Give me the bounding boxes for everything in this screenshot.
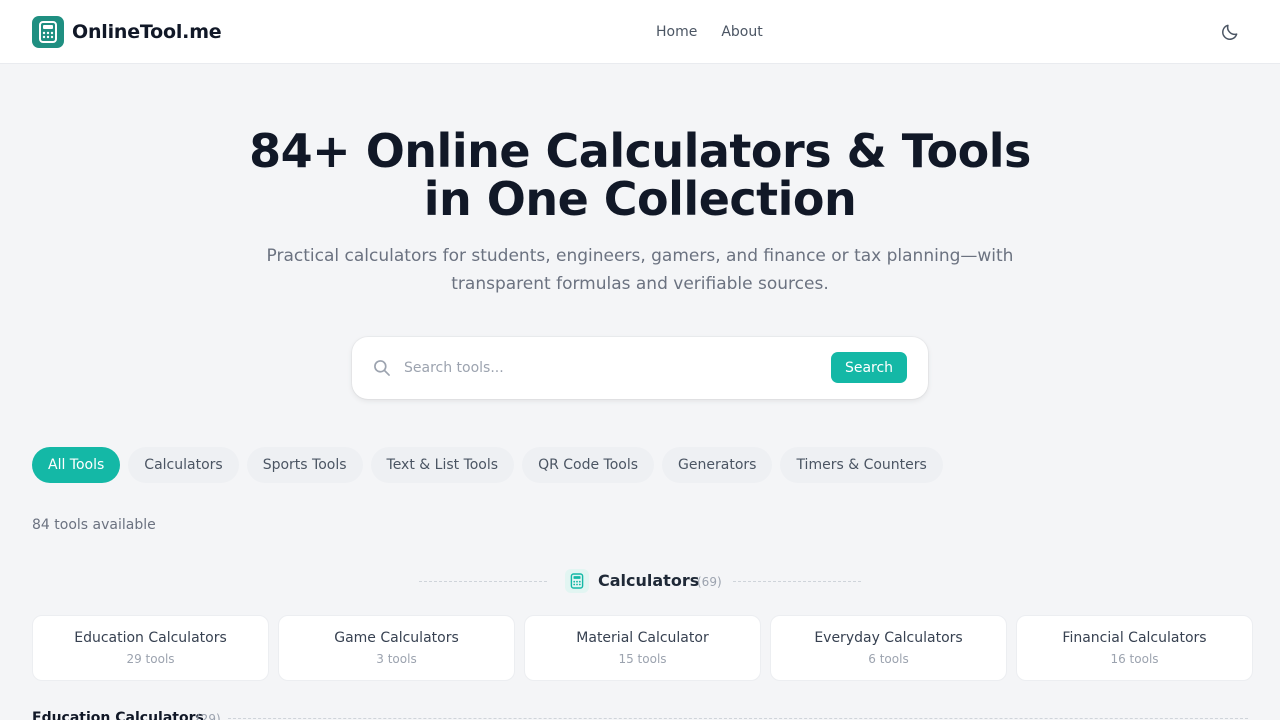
theme-toggle-button[interactable]	[1219, 21, 1241, 43]
moon-icon	[1222, 24, 1238, 40]
tab-sports-tools[interactable]: Sports Tools	[246, 447, 363, 483]
page-title-line-1: 84+ Online Calculators & Tools	[249, 124, 1031, 178]
page-subtitle-line-1: Practical calculators for students, engi…	[266, 246, 1014, 266]
page-subtitle: Practical calculators for students, engi…	[260, 242, 1020, 298]
card-count: 16 tools	[1110, 652, 1159, 666]
card-everyday-calculators[interactable]: Everyday Calculators 6 tools	[770, 615, 1007, 681]
card-material-calculator[interactable]: Material Calculator 15 tools	[524, 615, 761, 681]
card-title: Education Calculators	[74, 630, 227, 646]
section-divider-left	[419, 581, 547, 582]
page-subtitle-line-2: transparent formulas and verifiable sour…	[451, 274, 829, 294]
card-title: Everyday Calculators	[814, 630, 963, 646]
card-count: 29 tools	[126, 652, 175, 666]
section-title: Calculators	[598, 571, 700, 590]
category-tabs: All Tools Calculators Sports Tools Text …	[32, 447, 943, 483]
brand-name: OnlineTool.me	[72, 21, 222, 43]
subsection-divider	[228, 718, 1248, 719]
card-title: Game Calculators	[334, 630, 459, 646]
brand-logo[interactable]: OnlineTool.me	[32, 16, 222, 48]
card-count: 3 tools	[376, 652, 417, 666]
search-input[interactable]	[404, 355, 824, 381]
tab-text-list-tools[interactable]: Text & List Tools	[370, 447, 515, 483]
subsection-count: (29)	[196, 712, 221, 720]
search-icon	[374, 360, 390, 376]
card-title: Financial Calculators	[1062, 630, 1207, 646]
tab-timers-counters[interactable]: Timers & Counters	[780, 447, 943, 483]
subsection-title: Education Calculators	[32, 710, 204, 720]
page-title: 84+ Online Calculators & Tools in One Co…	[0, 127, 1280, 223]
card-financial-calculators[interactable]: Financial Calculators 16 tools	[1016, 615, 1253, 681]
section-divider-right	[733, 581, 861, 582]
card-title: Material Calculator	[576, 630, 709, 646]
search-box: Search	[352, 337, 928, 399]
tab-qr-code-tools[interactable]: QR Code Tools	[522, 447, 655, 483]
search-button[interactable]: Search	[831, 352, 907, 383]
tools-count: 84 tools available	[32, 517, 156, 533]
tab-all-tools[interactable]: All Tools	[32, 447, 121, 483]
subsection-heading-education: Education Calculators (29)	[32, 709, 1248, 720]
calculator-icon	[565, 569, 589, 593]
site-header: OnlineTool.me Home About	[0, 0, 1280, 64]
card-count: 6 tools	[868, 652, 909, 666]
tab-generators[interactable]: Generators	[662, 447, 773, 483]
section-heading-calculators: Calculators (69)	[0, 568, 1280, 594]
card-game-calculators[interactable]: Game Calculators 3 tools	[278, 615, 515, 681]
nav-about-link[interactable]: About	[721, 22, 762, 42]
page-title-line-2: in One Collection	[423, 172, 857, 226]
calculator-icon	[32, 16, 64, 48]
section-count: (69)	[697, 575, 722, 589]
category-cards: Education Calculators 29 tools Game Calc…	[32, 615, 1253, 681]
nav-home-link[interactable]: Home	[656, 22, 697, 42]
main-nav: Home About	[656, 22, 763, 42]
tab-calculators[interactable]: Calculators	[128, 447, 239, 483]
card-count: 15 tools	[618, 652, 667, 666]
card-education-calculators[interactable]: Education Calculators 29 tools	[32, 615, 269, 681]
